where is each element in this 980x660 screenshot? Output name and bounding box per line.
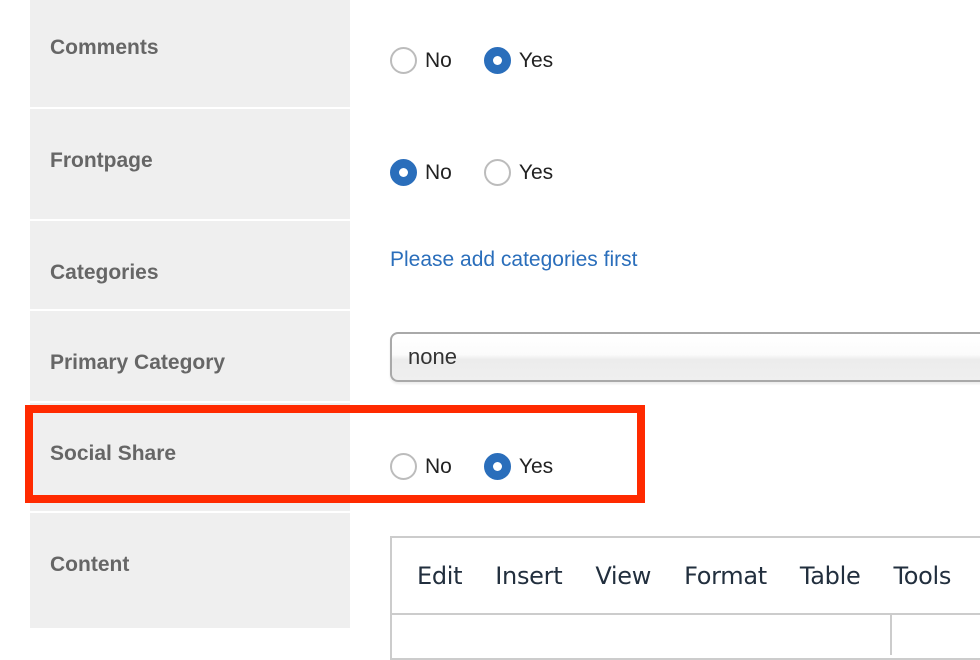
frontpage-option-yes[interactable]: Yes	[483, 159, 554, 186]
radio-checked-icon[interactable]	[390, 159, 417, 186]
select-value: none	[408, 344, 457, 369]
social-share-highlight-box	[25, 405, 645, 503]
comments-radio-group: No Yes	[390, 47, 585, 74]
radio-label: Yes	[518, 48, 554, 72]
radio-unchecked-icon[interactable]	[483, 159, 511, 186]
frontpage-option-no[interactable]: No	[390, 159, 452, 186]
radio-label: No	[425, 48, 452, 72]
label-cell: Frontpage	[30, 109, 350, 219]
row-comments: Comments No Yes	[0, 0, 980, 107]
editor-menubar: Edit Insert View Format Table Tools	[392, 538, 980, 615]
label-cell: Primary Category	[30, 311, 350, 401]
frontpage-value: No Yes	[390, 109, 980, 219]
add-categories-link[interactable]: Please add categories first	[390, 248, 637, 272]
content-value: Edit Insert View Format Table Tools	[390, 513, 980, 660]
row-frontpage: Frontpage No Yes	[0, 109, 980, 219]
comments-option-no[interactable]: No	[390, 47, 452, 74]
rich-text-editor: Edit Insert View Format Table Tools	[390, 536, 980, 660]
row-primary-category: Primary Category none	[0, 311, 980, 401]
menu-format[interactable]: Format	[684, 562, 767, 590]
content-label: Content	[50, 553, 130, 576]
radio-label: No	[425, 160, 452, 184]
label-cell: Comments	[30, 0, 350, 107]
frontpage-label: Frontpage	[50, 149, 153, 172]
menu-view[interactable]: View	[595, 562, 651, 590]
row-categories: Categories Please add categories first	[0, 221, 980, 309]
primary-category-label: Primary Category	[50, 351, 226, 374]
comments-option-yes[interactable]: Yes	[483, 47, 554, 74]
comments-value: No Yes	[390, 0, 980, 107]
menu-tools[interactable]: Tools	[893, 562, 951, 590]
categories-label: Categories	[50, 261, 159, 284]
menu-insert[interactable]: Insert	[495, 562, 562, 590]
toolbar-separator	[890, 615, 892, 655]
label-cell: Content	[30, 513, 350, 628]
radio-label: Yes	[518, 160, 554, 184]
categories-value: Please add categories first	[390, 221, 980, 309]
menu-table[interactable]: Table	[800, 562, 861, 590]
label-cell: Categories	[30, 221, 350, 309]
radio-checked-icon[interactable]	[483, 47, 511, 74]
menu-edit[interactable]: Edit	[417, 562, 463, 590]
primary-category-value: none	[390, 311, 980, 401]
frontpage-radio-group: No Yes	[390, 159, 585, 186]
comments-label: Comments	[50, 36, 159, 59]
radio-unchecked-icon[interactable]	[390, 47, 417, 74]
row-content: Content Edit Insert View Format Table To…	[0, 513, 980, 660]
primary-category-select[interactable]: none	[390, 332, 980, 382]
